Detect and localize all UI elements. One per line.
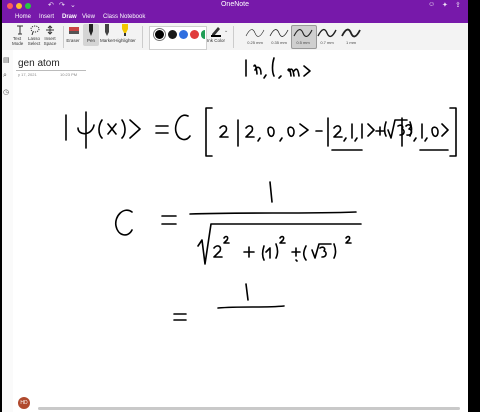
- handwritten-ink[interactable]: [2, 0, 468, 412]
- onenote-window: ↶ ↷ ⌄ OneNote ☺ ✦ ⇪ Home Insert Draw Vie…: [2, 0, 468, 412]
- user-avatar[interactable]: HD: [18, 397, 30, 409]
- horizontal-scrollbar[interactable]: [38, 407, 460, 410]
